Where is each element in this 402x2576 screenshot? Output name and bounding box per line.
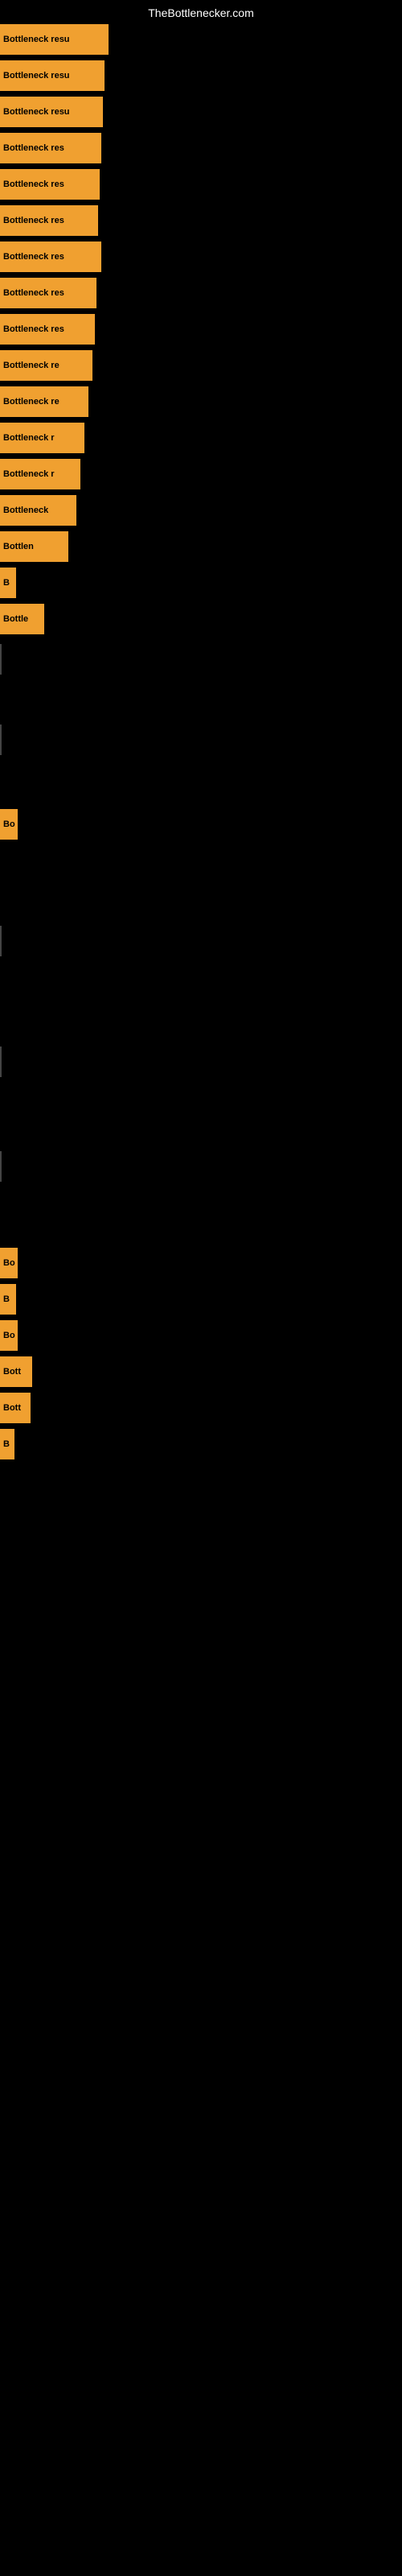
bar-label: Bottleneck re <box>3 361 59 370</box>
bar-label: Bottleneck resu <box>3 71 70 80</box>
line-item <box>0 724 2 755</box>
bar-label: Bottleneck res <box>3 143 64 153</box>
bar-item: B <box>0 568 16 598</box>
bar-label: Bottlen <box>3 542 34 551</box>
bar-item: Bo <box>0 809 18 840</box>
bar-item: Bottleneck r <box>0 423 84 453</box>
bar-item: Bottlen <box>0 531 68 562</box>
bar-item: Bottleneck res <box>0 133 101 163</box>
bar-item: Bottleneck res <box>0 278 96 308</box>
bar-label: Bottleneck res <box>3 216 64 225</box>
bar-item: Bottleneck res <box>0 169 100 200</box>
bar-label: Bo <box>3 1258 15 1268</box>
bar-item: Bottle <box>0 604 44 634</box>
bar-label: Bottleneck resu <box>3 35 70 44</box>
bar-item: Bottleneck <box>0 495 76 526</box>
bar-label: Bottleneck res <box>3 180 64 189</box>
bar-label: Bottle <box>3 614 28 624</box>
bar-label: B <box>3 1294 10 1304</box>
bar-label: Bottleneck res <box>3 288 64 298</box>
bar-label: Bott <box>3 1367 21 1377</box>
bar-label: Bo <box>3 1331 15 1340</box>
bar-label: Bottleneck <box>3 506 48 515</box>
bar-label: Bottleneck res <box>3 252 64 262</box>
bar-item: Bott <box>0 1356 32 1387</box>
bar-label: Bottleneck r <box>3 469 55 479</box>
line-item <box>0 926 2 956</box>
bar-item: Bottleneck resu <box>0 24 109 55</box>
bar-label: B <box>3 1439 10 1449</box>
bar-item: Bo <box>0 1320 18 1351</box>
line-item <box>0 1151 2 1182</box>
bar-label: B <box>3 578 10 588</box>
bar-item: Bottleneck res <box>0 242 101 272</box>
bar-item: B <box>0 1284 16 1315</box>
bar-label: Bottleneck resu <box>3 107 70 117</box>
bar-label: Bottleneck r <box>3 433 55 443</box>
line-item <box>0 1046 2 1077</box>
bar-item: B <box>0 1429 14 1459</box>
bar-item: Bott <box>0 1393 31 1423</box>
bar-label: Bott <box>3 1403 21 1413</box>
site-title: TheBottlenecker.com <box>148 6 254 19</box>
line-item <box>0 644 2 675</box>
bar-item: Bottleneck resu <box>0 60 105 91</box>
bar-item: Bo <box>0 1248 18 1278</box>
bar-item: Bottleneck resu <box>0 97 103 127</box>
bar-item: Bottleneck re <box>0 386 88 417</box>
bar-item: Bottleneck res <box>0 314 95 345</box>
bar-item: Bottleneck re <box>0 350 92 381</box>
bar-label: Bo <box>3 819 15 829</box>
bar-label: Bottleneck res <box>3 324 64 334</box>
bar-item: Bottleneck res <box>0 205 98 236</box>
bar-item: Bottleneck r <box>0 459 80 489</box>
bar-label: Bottleneck re <box>3 397 59 407</box>
